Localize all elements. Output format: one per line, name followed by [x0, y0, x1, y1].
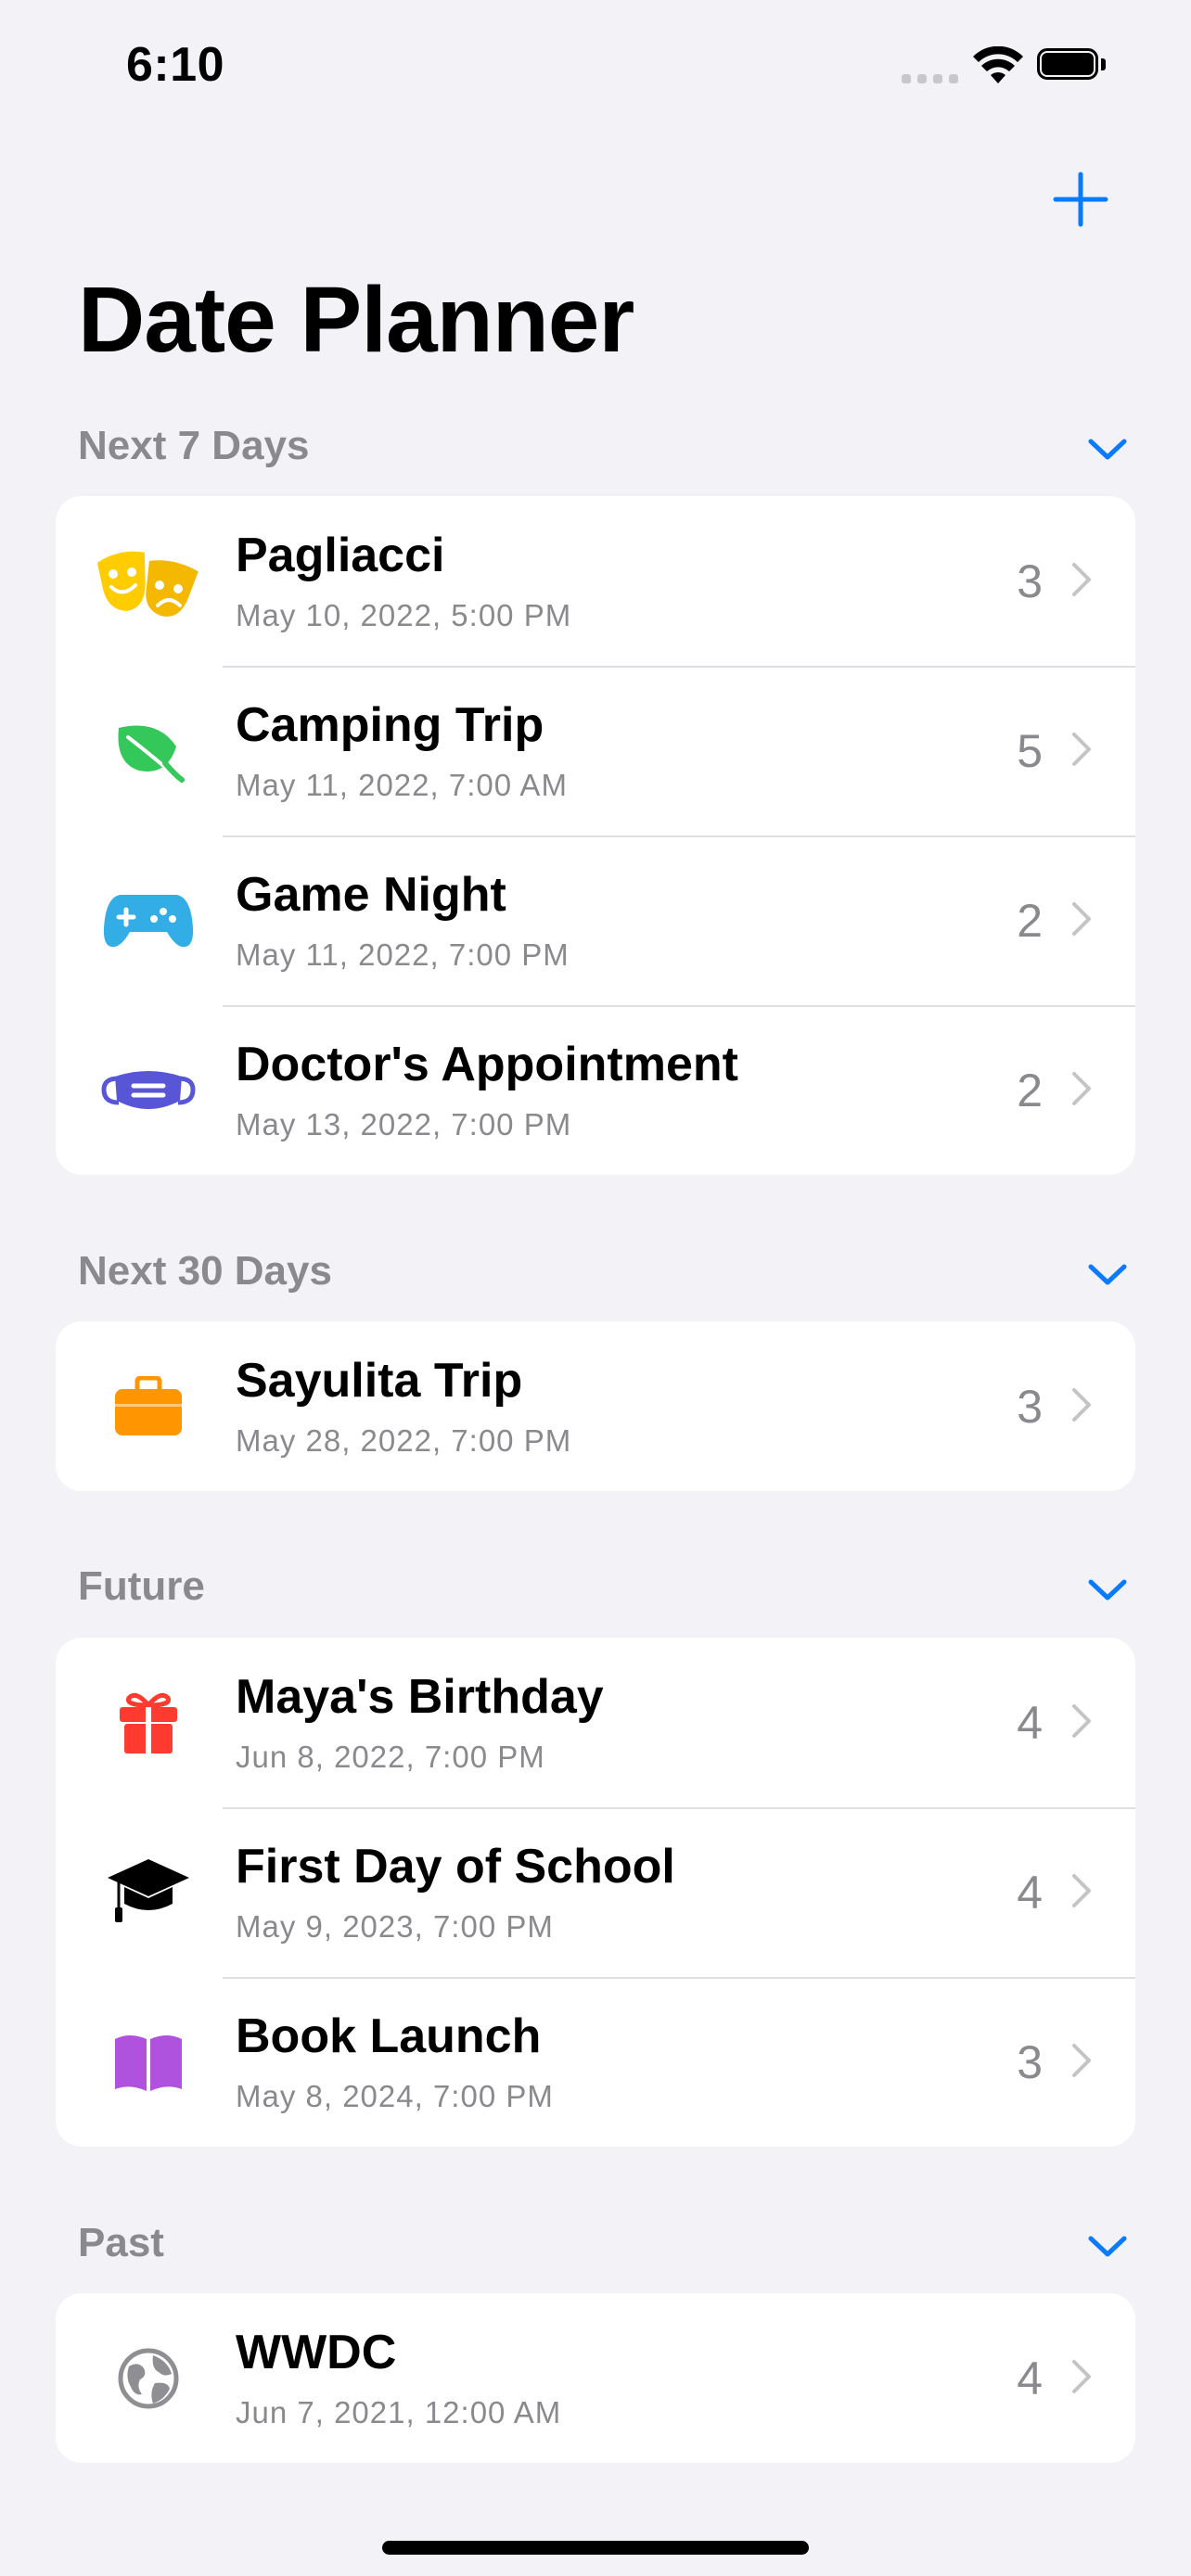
open-book-icon — [96, 2020, 200, 2105]
event-title: Maya's Birthday — [236, 1670, 604, 1724]
gift-icon — [96, 1680, 200, 1766]
section-header-past: Past — [78, 2214, 1135, 2270]
event-title: Camping Trip — [236, 698, 544, 752]
page-title: Date Planner — [78, 268, 634, 372]
chevron-right-icon — [1072, 1072, 1091, 1105]
section-title: Next 7 Days — [78, 423, 310, 468]
chevron-right-icon — [1072, 733, 1091, 766]
section-header-next-30-days: Next 30 Days — [78, 1243, 1135, 1298]
task-count: 4 — [1017, 1867, 1043, 1919]
task-count: 3 — [1017, 555, 1043, 607]
event-row-sayulita-trip[interactable]: Sayulita Trip May 28, 2022, 7:00 PM 3 — [56, 1321, 1135, 1491]
event-row-wwdc[interactable]: WWDC Jun 7, 2021, 12:00 AM 4 — [56, 2293, 1135, 2463]
task-count: 4 — [1017, 2353, 1043, 2404]
event-list-card: Maya's Birthday Jun 8, 2022, 7:00 PM 4 F… — [56, 1638, 1135, 2147]
section-title: Future — [78, 1563, 205, 1609]
event-title: Book Launch — [236, 2009, 542, 2063]
event-list-card: Pagliacci May 10, 2022, 5:00 PM 3 Campin… — [56, 496, 1135, 1175]
status-time: 6:10 — [126, 38, 225, 92]
collapse-chevron-button[interactable] — [1080, 1252, 1135, 1298]
chevron-right-icon — [1072, 563, 1091, 596]
cellular-signal-icon — [902, 74, 959, 83]
chevron-right-icon — [1072, 1704, 1091, 1738]
task-count: 3 — [1017, 2036, 1043, 2088]
collapse-chevron-button[interactable] — [1080, 1567, 1135, 1613]
task-count: 3 — [1017, 1381, 1043, 1433]
leaf-icon — [96, 708, 200, 794]
event-date: May 28, 2022, 7:00 PM — [236, 1423, 572, 1458]
globe-icon — [96, 2336, 200, 2421]
event-date: May 9, 2023, 7:00 PM — [236, 1909, 554, 1944]
battery-icon — [1037, 48, 1106, 83]
section-title: Next 30 Days — [78, 1248, 332, 1294]
task-count: 2 — [1017, 895, 1043, 947]
chevron-right-icon — [1072, 1388, 1091, 1422]
chevron-right-icon — [1072, 2360, 1091, 2393]
event-date: May 10, 2022, 5:00 PM — [236, 598, 572, 632]
section-header-future: Future — [78, 1558, 1135, 1613]
task-count: 5 — [1017, 725, 1043, 777]
event-title: Pagliacci — [236, 529, 445, 582]
event-date: May 11, 2022, 7:00 AM — [236, 768, 568, 802]
chevron-right-icon — [1072, 902, 1091, 936]
collapse-chevron-button[interactable] — [1080, 427, 1135, 473]
event-row-book-launch[interactable]: Book Launch May 8, 2024, 7:00 PM 3 — [56, 1977, 1135, 2147]
status-bar: 6:10 — [0, 0, 1191, 139]
game-controller-icon — [96, 878, 200, 963]
task-count: 4 — [1017, 1697, 1043, 1749]
event-date: May 13, 2022, 7:00 PM — [236, 1107, 572, 1141]
wifi-icon — [973, 46, 1023, 83]
event-date: Jun 7, 2021, 12:00 AM — [236, 2395, 562, 2429]
event-row-mayas-birthday[interactable]: Maya's Birthday Jun 8, 2022, 7:00 PM 4 — [56, 1638, 1135, 1807]
event-title: WWDC — [236, 2326, 397, 2379]
event-list-card: Sayulita Trip May 28, 2022, 7:00 PM 3 — [56, 1321, 1135, 1491]
add-event-button[interactable] — [1048, 167, 1113, 232]
event-title: Game Night — [236, 868, 506, 922]
task-count: 2 — [1017, 1065, 1043, 1116]
chevron-right-icon — [1072, 1874, 1091, 1907]
event-row-game-night[interactable]: Game Night May 11, 2022, 7:00 PM 2 — [56, 835, 1135, 1005]
home-indicator[interactable] — [382, 2541, 809, 2555]
event-title: First Day of School — [236, 1840, 675, 1894]
suitcase-icon — [96, 1364, 200, 1449]
graduation-cap-icon — [96, 1850, 200, 1935]
section-header-next-7-days: Next 7 Days — [78, 417, 1135, 473]
event-row-doctors-appointment[interactable]: Doctor's Appointment May 13, 2022, 7:00 … — [56, 1005, 1135, 1175]
event-date: May 11, 2022, 7:00 PM — [236, 937, 570, 972]
chevron-right-icon — [1072, 2044, 1091, 2077]
event-title: Doctor's Appointment — [236, 1038, 738, 1091]
event-title: Sayulita Trip — [236, 1354, 523, 1408]
event-row-first-day-of-school[interactable]: First Day of School May 9, 2023, 7:00 PM… — [56, 1807, 1135, 1977]
theater-masks-icon — [96, 539, 200, 624]
event-date: Jun 8, 2022, 7:00 PM — [236, 1740, 545, 1774]
collapse-chevron-button[interactable] — [1080, 2224, 1135, 2270]
event-row-camping-trip[interactable]: Camping Trip May 11, 2022, 7:00 AM 5 — [56, 666, 1135, 835]
event-date: May 8, 2024, 7:00 PM — [236, 2079, 554, 2113]
event-list-card: WWDC Jun 7, 2021, 12:00 AM 4 — [56, 2293, 1135, 2463]
event-row-pagliacci[interactable]: Pagliacci May 10, 2022, 5:00 PM 3 — [56, 496, 1135, 666]
section-title: Past — [78, 2220, 164, 2265]
face-mask-icon — [96, 1048, 200, 1133]
